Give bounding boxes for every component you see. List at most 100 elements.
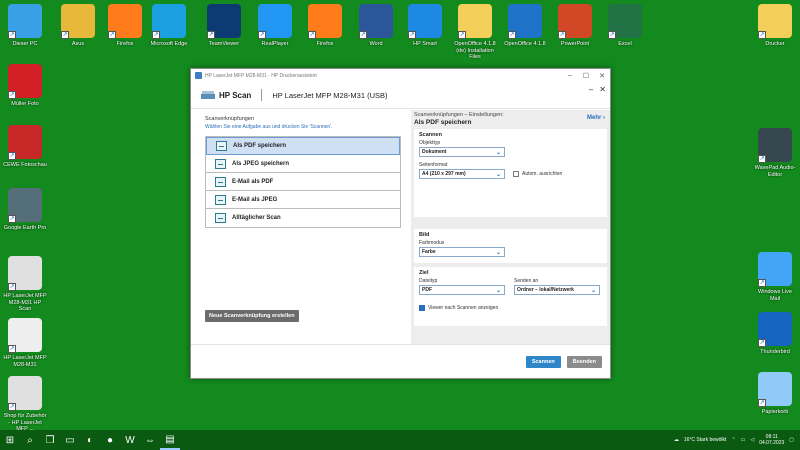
- shortcut-item[interactable]: Als PDF speichern: [206, 137, 400, 155]
- clock-date: 04.07.2023: [759, 440, 785, 446]
- firefox-icon[interactable]: ●: [100, 430, 120, 450]
- chevron-up-icon[interactable]: ⌃: [731, 437, 735, 443]
- auto-straighten-option[interactable]: Autom. ausrichten: [513, 170, 562, 177]
- desktop-icon-label: Asus: [71, 41, 85, 47]
- word-icon[interactable]: W: [120, 430, 140, 450]
- shortcut-arrow-icon: ↗: [408, 31, 416, 39]
- shortcut-item[interactable]: Als JPEG speichern: [206, 155, 400, 173]
- app-icon: ↗: [408, 4, 442, 39]
- app-icon: ↗: [558, 4, 592, 39]
- more-link[interactable]: Mehr ›: [587, 115, 605, 121]
- system-tray: ☁ 16°C Stark bewölkt ⌃ ▭ ◁ 08:11 04.07.2…: [674, 434, 800, 446]
- scan-document-icon: [215, 158, 226, 169]
- desktop-icon[interactable]: ↗ CEWE Fotoschau: [3, 125, 47, 169]
- app-icon: ↗: [207, 4, 241, 39]
- shortcut-arrow-icon: ↗: [508, 31, 516, 39]
- shortcut-arrow-icon: ↗: [8, 403, 16, 411]
- desktop-icon[interactable]: ↗ Firefox: [303, 4, 347, 48]
- desktop-icon[interactable]: ↗ HP LaserJet MFP M28-M31: [3, 318, 47, 368]
- desktop-icon[interactable]: ↗ PowerPoint: [553, 4, 597, 48]
- desktop-icon[interactable]: ↗ HP Smart: [403, 4, 447, 48]
- close-window-button[interactable]: ✕: [594, 72, 610, 80]
- new-shortcut-button[interactable]: Neue Scanverknüpfung erstellen: [205, 310, 299, 322]
- window-titlebar[interactable]: HP LaserJet MFP M28-M31 - HP Druckerassi…: [191, 69, 610, 82]
- minimize-button[interactable]: –: [562, 72, 578, 80]
- exit-button[interactable]: Beenden: [566, 355, 602, 368]
- app-icon: ↗: [8, 376, 42, 411]
- scan-document-icon: [215, 176, 226, 187]
- shortcut-item[interactable]: E-Mail als PDF: [206, 173, 400, 191]
- scanner-logo-icon: [201, 91, 215, 99]
- desktop-icon[interactable]: ↗ Google Earth Pro: [3, 188, 47, 232]
- start-icon[interactable]: ⊞: [0, 430, 20, 450]
- desktop-icon[interactable]: ↗ Asus: [56, 4, 100, 48]
- shortcut-arrow-icon: ↗: [308, 31, 316, 39]
- send-to-select[interactable]: Ordner – lokal/Netzwerk ⌄: [514, 285, 600, 295]
- close-app-icon[interactable]: ✕: [599, 85, 606, 94]
- file-type-select[interactable]: PDF ⌄: [419, 285, 505, 295]
- desktop-icon-label: OpenOffice 4.1.8 (de) Installation Files: [454, 41, 496, 60]
- color-mode-label: Farbmodus: [419, 240, 445, 246]
- shortcut-item[interactable]: E-Mail als JPEG: [206, 191, 400, 209]
- app-icon: ↗: [508, 4, 542, 39]
- app-icon: ↗: [758, 4, 792, 39]
- desktop-icon-label: CEWE Fotoschau: [3, 162, 47, 168]
- volume-icon[interactable]: ◁: [750, 437, 754, 443]
- desktop-icon[interactable]: ↗ Papierkorb: [753, 372, 797, 416]
- desktop-icon[interactable]: ↗ WavePad Audio-Editor: [753, 128, 797, 178]
- desktop-icon[interactable]: ↗ Windows Live Mail: [753, 252, 797, 302]
- shortcut-arrow-icon: ↗: [258, 31, 266, 39]
- shortcut-item[interactable]: Alltäglicher Scan: [206, 209, 400, 227]
- chevron-down-icon: ⌄: [495, 250, 501, 256]
- file-type-label: Dateityp: [419, 278, 438, 284]
- notification-icon[interactable]: ▢: [789, 437, 794, 443]
- desktop-icon-label: RealPlayer: [261, 41, 289, 47]
- app-icon: ↗: [61, 4, 95, 39]
- auto-straighten-checkbox[interactable]: [513, 170, 519, 177]
- page-size-select[interactable]: A4 (210 x 297 mm) ⌄: [419, 169, 505, 179]
- desktop-icon[interactable]: ↗ Müller Foto: [3, 64, 47, 108]
- maximize-button[interactable]: ☐: [578, 72, 594, 80]
- item-type-label: Objekttyp: [419, 140, 441, 146]
- desktop-icon[interactable]: ↗ TeamViewer: [202, 4, 246, 48]
- app-icon: ↗: [359, 4, 393, 39]
- desktop-icon[interactable]: ↗ OpenOffice 4.1.8 (de) Installation File…: [453, 4, 497, 61]
- edge-icon[interactable]: ◐: [80, 430, 100, 450]
- network-icon[interactable]: ▭: [741, 437, 746, 443]
- app-icon: ↗: [152, 4, 186, 39]
- shortcut-arrow-icon: ↗: [8, 345, 16, 353]
- help-icon[interactable]: –: [589, 85, 593, 94]
- desktop-icon[interactable]: ↗ Drucker: [753, 4, 797, 48]
- desktop-icon[interactable]: ↗ Excel: [603, 4, 647, 48]
- shortcut-label: E-Mail als JPEG: [232, 196, 278, 203]
- item-type-select[interactable]: Dokument ⌄: [419, 147, 505, 157]
- desktop-icon[interactable]: ↗ Microsoft Edge: [147, 4, 191, 48]
- desktop-icon[interactable]: ↗ HP LaserJet MFP M28-M31 HP Scan: [3, 256, 47, 313]
- desktop-icon[interactable]: ↗ Shop für Zubehör - HP LaserJet MFP ...: [3, 376, 47, 433]
- desktop-icon[interactable]: ↗ RealPlayer: [253, 4, 297, 48]
- shortcut-arrow-icon: ↗: [61, 31, 69, 39]
- clock[interactable]: 08:11 04.07.2023: [759, 434, 784, 446]
- app-icon: ↗: [8, 318, 42, 353]
- file-explorer-icon[interactable]: ▭: [60, 430, 80, 450]
- desktop-icon[interactable]: ↗ OpenOffice 4.1.8: [503, 4, 547, 48]
- desktop-icon[interactable]: ↗ Dieser PC: [3, 4, 47, 48]
- scan-button[interactable]: Scannen: [525, 355, 561, 368]
- item-type-value: Dokument: [422, 149, 447, 155]
- teamviewer-icon[interactable]: ⇔: [140, 430, 160, 450]
- desktop-icon[interactable]: ↗ Thunderbird: [753, 312, 797, 356]
- weather-text[interactable]: 16°C Stark bewölkt: [684, 437, 727, 443]
- desktop-icon[interactable]: ↗ Firefox: [103, 4, 147, 48]
- desktop-icon-label: PowerPoint: [560, 41, 590, 47]
- show-viewer-checkbox[interactable]: [419, 305, 425, 311]
- color-mode-select[interactable]: Farbe ⌄: [419, 247, 505, 257]
- app-icon: ↗: [8, 4, 42, 39]
- show-viewer-option[interactable]: Viewer nach Scannen anzeigen: [419, 305, 602, 311]
- desktop-icon[interactable]: ↗ Word: [354, 4, 398, 48]
- search-icon[interactable]: ⌕: [20, 430, 40, 450]
- hp-scan-app: HP Scan HP LaserJet MFP M28-M31 (USB) – …: [191, 82, 610, 378]
- desktop-icon-label: Thunderbird: [760, 349, 790, 355]
- task-view-icon[interactable]: ❐: [40, 430, 60, 450]
- hp-scan-taskbar-icon[interactable]: ▤: [160, 430, 180, 450]
- desktop-icon-label: Müller Foto: [11, 101, 39, 107]
